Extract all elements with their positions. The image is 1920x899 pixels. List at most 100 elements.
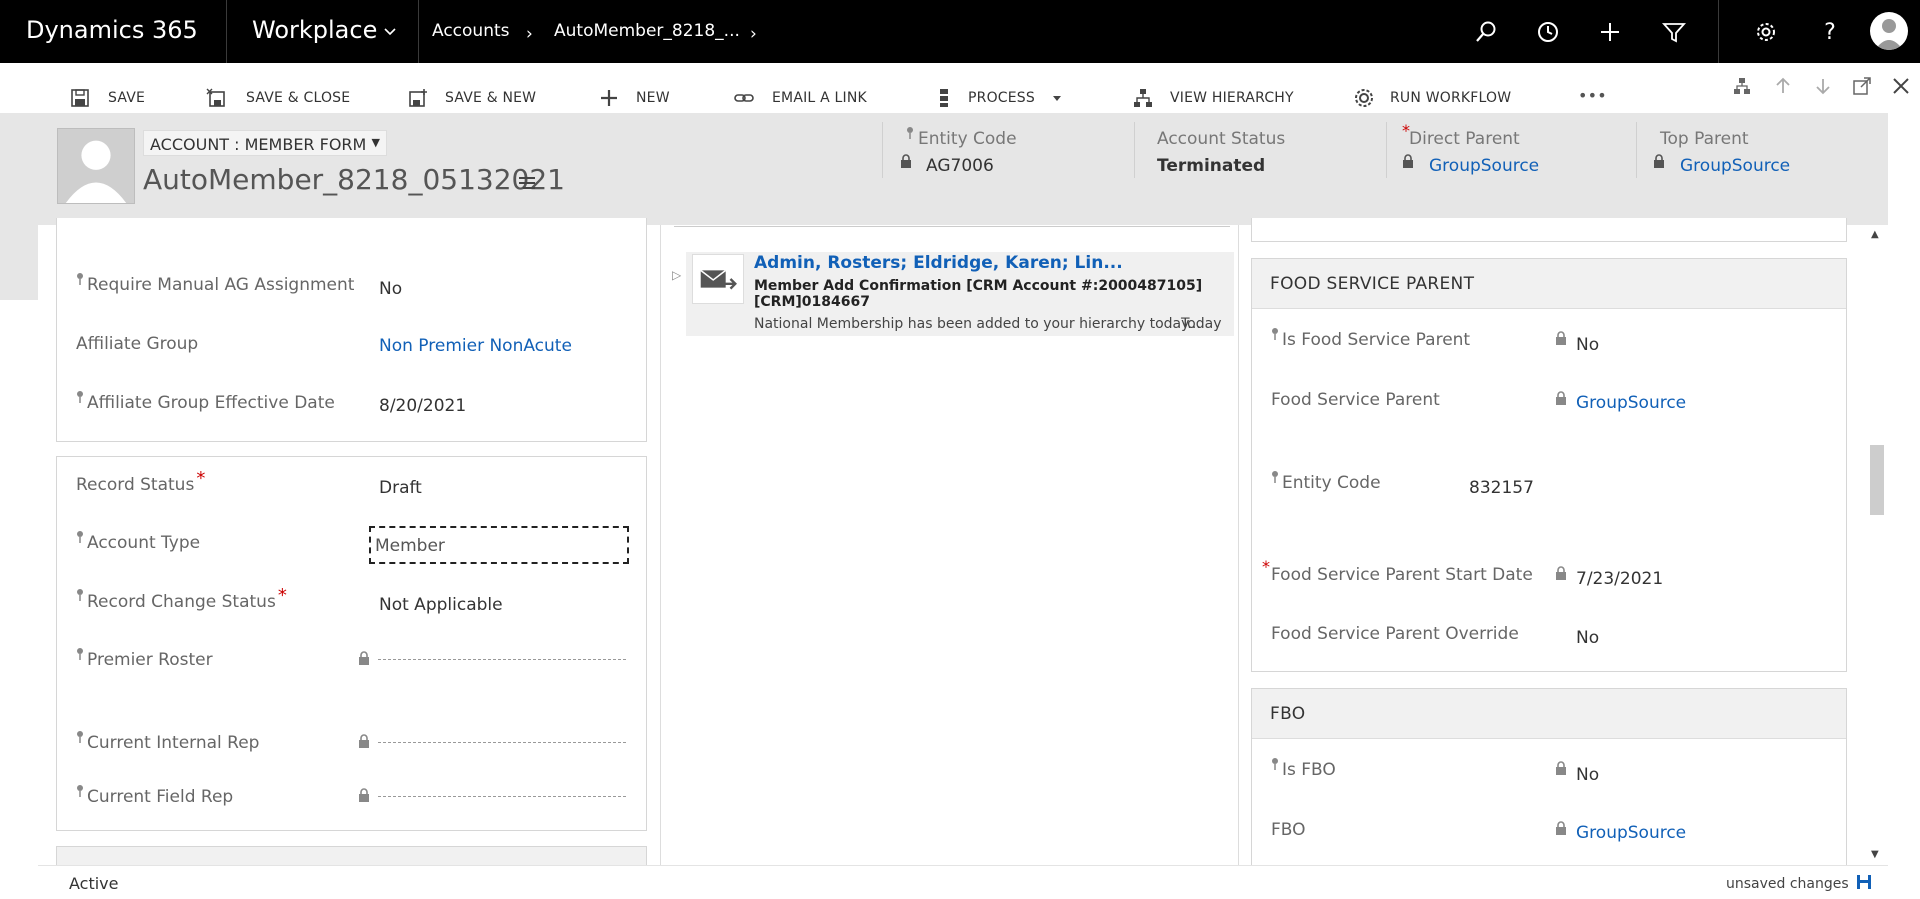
record-change-status-value[interactable]: Not Applicable	[379, 595, 503, 615]
pin-icon	[1272, 471, 1278, 483]
popout-icon[interactable]	[1853, 77, 1871, 95]
internal-rep-label-text: Current Internal Rep	[87, 733, 260, 753]
save-new-button[interactable]: SAVE & NEW	[445, 90, 536, 106]
lock-icon	[1556, 391, 1566, 405]
field-rep-label-text: Current Field Rep	[87, 787, 234, 807]
breadcrumb-next-icon[interactable]: ›	[750, 24, 757, 44]
search-icon[interactable]	[1474, 20, 1498, 44]
lock-icon	[901, 154, 911, 168]
account-type-label: Account Type	[76, 531, 200, 553]
scroll-down-arrow-icon[interactable]: ▼	[1871, 849, 1879, 860]
food-entity-code-value[interactable]: 832157	[1469, 478, 1534, 498]
process-icon[interactable]	[934, 88, 954, 108]
app-name[interactable]: Workplace	[252, 16, 377, 44]
close-icon[interactable]	[1892, 77, 1910, 95]
fbo-label: FBO	[1271, 820, 1306, 840]
breadcrumb-accounts[interactable]: Accounts	[432, 21, 510, 41]
recent-history-icon[interactable]	[1536, 20, 1560, 44]
record-image[interactable]	[57, 128, 135, 204]
brand-title[interactable]: Dynamics 365	[26, 16, 198, 44]
view-hierarchy-button[interactable]: VIEW HIERARCHY	[1170, 90, 1294, 106]
save-close-button[interactable]: SAVE & CLOSE	[246, 90, 350, 106]
top-parent-link[interactable]: GroupSource	[1680, 156, 1790, 176]
lock-icon	[1556, 761, 1566, 775]
lock-icon	[359, 734, 369, 748]
save-close-icon[interactable]	[206, 88, 226, 108]
fbo-link[interactable]: GroupSource	[1576, 823, 1686, 843]
run-workflow-button[interactable]: RUN WORKFLOW	[1390, 90, 1511, 106]
lock-icon	[359, 651, 369, 665]
workflow-icon[interactable]	[1354, 88, 1374, 108]
affiliate-date-value[interactable]: 8/20/2021	[379, 396, 466, 416]
food-override-value[interactable]: No	[1576, 628, 1599, 648]
more-commands-button[interactable]: •••	[1578, 86, 1607, 105]
scrollbar-thumb[interactable]	[1870, 445, 1884, 515]
account-type-field[interactable]: Member	[369, 526, 629, 564]
help-icon[interactable]: ?	[1818, 20, 1842, 45]
save-button[interactable]: SAVE	[108, 90, 145, 106]
new-icon[interactable]	[599, 88, 619, 108]
email-link-button[interactable]: EMAIL A LINK	[772, 90, 867, 106]
activity-item[interactable]: ▷ Admin, Rosters; Eldridge, Karen; Lin..…	[672, 252, 1234, 336]
arrow-down-icon[interactable]	[1814, 77, 1832, 95]
affiliate-group-link[interactable]: Non Premier NonAcute	[379, 336, 572, 356]
field-rep-empty-field[interactable]	[378, 796, 626, 797]
pin-icon	[1272, 758, 1278, 770]
activity-title-link[interactable]: Admin, Rosters; Eldridge, Karen; Lin...	[754, 253, 1123, 273]
expand-triangle-icon[interactable]: ▷	[672, 268, 681, 282]
food-service-parent-link[interactable]: GroupSource	[1576, 393, 1686, 413]
top-navigation-bar: Dynamics 365 Workplace Accounts › AutoMe…	[0, 0, 1920, 63]
premier-roster-empty-field[interactable]	[378, 659, 626, 660]
save-new-icon[interactable]	[408, 88, 428, 108]
new-button[interactable]: NEW	[636, 90, 670, 106]
affiliate-date-label-text: Affiliate Group Effective Date	[87, 393, 335, 413]
pin-icon	[77, 731, 83, 743]
account-type-value: Member	[375, 536, 445, 556]
column-divider	[1238, 225, 1239, 865]
caret-down-icon: ▼	[371, 136, 380, 149]
header-direct-parent-label: Direct Parent	[1409, 129, 1520, 149]
form-selector[interactable]: ACCOUNT : MEMBER FORM ▼	[143, 130, 387, 156]
caret-down-icon[interactable]	[1052, 94, 1062, 104]
org-chart-icon[interactable]	[1733, 77, 1751, 95]
require-manual-ag-label-text: Require Manual AG Assignment	[87, 275, 355, 295]
affiliate-date-label: Affiliate Group Effective Date	[76, 391, 335, 413]
food-entity-code-label: Entity Code	[1271, 471, 1381, 493]
gear-icon[interactable]	[1754, 20, 1778, 44]
direct-parent-link[interactable]: GroupSource	[1429, 156, 1539, 176]
save-icon[interactable]	[70, 88, 90, 108]
pin-icon	[77, 273, 83, 285]
lock-icon	[1556, 331, 1566, 345]
right-section-previous	[1251, 218, 1847, 242]
filter-icon[interactable]	[1662, 20, 1686, 44]
save-status-icon[interactable]	[1856, 874, 1872, 890]
chevron-down-icon[interactable]	[384, 26, 396, 38]
required-asterisk-icon: *	[277, 585, 287, 606]
record-status-value[interactable]: Draft	[379, 478, 422, 498]
record-status-label-text: Record Status	[76, 475, 195, 495]
internal-rep-empty-field[interactable]	[378, 742, 626, 743]
pin-icon	[77, 531, 83, 543]
form-scrollbar[interactable]: ▲ ▼	[1866, 225, 1888, 865]
user-avatar[interactable]	[1870, 12, 1908, 50]
record-menu-icon[interactable]	[518, 176, 536, 190]
require-manual-ag-value[interactable]: No	[379, 279, 402, 299]
food-entity-code-label-text: Entity Code	[1282, 473, 1381, 493]
food-start-date-label: Food Service Parent Start Date	[1271, 565, 1533, 585]
is-food-service-parent-value: No	[1576, 335, 1600, 355]
is-food-service-parent-label: Is Food Service Parent	[1271, 328, 1470, 350]
breadcrumb-record[interactable]: AutoMember_8218_...	[554, 21, 740, 41]
header-divider	[1386, 122, 1387, 178]
required-asterisk-icon: *	[196, 468, 206, 489]
food-service-parent-label: Food Service Parent	[1271, 390, 1440, 410]
form-selector-label: ACCOUNT : MEMBER FORM	[150, 135, 367, 154]
hierarchy-icon[interactable]	[1133, 88, 1153, 108]
link-icon[interactable]	[734, 88, 754, 108]
process-button[interactable]: PROCESS	[968, 90, 1035, 106]
scroll-up-arrow-icon[interactable]: ▲	[1871, 229, 1879, 240]
status-bar: Active unsaved changes	[38, 865, 1888, 899]
plus-icon[interactable]	[1598, 20, 1622, 44]
activity-timestamp: Today	[1181, 316, 1222, 332]
arrow-up-icon[interactable]	[1774, 77, 1792, 95]
activity-subject-line-2: [CRM]0184667	[754, 294, 870, 310]
